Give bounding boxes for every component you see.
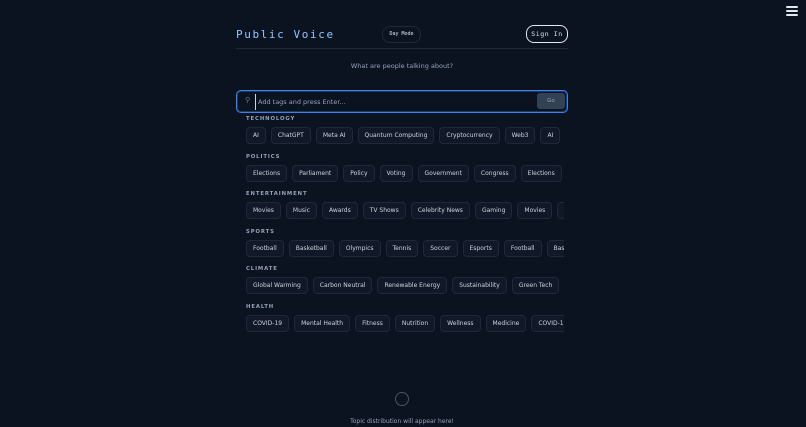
tag-chip[interactable]: Quantum Computing	[357, 127, 435, 144]
tag-chip-list: COVID-19 Mental Health Fitness Nutrition Wel…	[246, 314, 564, 332]
tag-chip-list: Football Basketball Olympics Tennis Soccer Es…	[246, 239, 564, 257]
category-sports: SPORTS Football Basketball Olympics Tennis So…	[246, 228, 566, 266]
tag-chip[interactable]: Parliament	[292, 164, 339, 182]
tag-chip[interactable]: Web3	[504, 127, 536, 144]
sign-in-button[interactable]: Sign In	[526, 25, 568, 43]
category-title: TECHNOLOGY	[246, 116, 296, 122]
tag-chip-list: AI ChatGPT Meta AI Quantum Computing Cryptoc…	[246, 127, 564, 144]
category-health: HEALTH COVID-19 Mental Health Fitness Nutrit…	[246, 303, 566, 341]
tag-chip-list: Elections Parliament Policy Voting Governmen…	[246, 164, 564, 182]
tag-chip-list: Global Warming Carbon Neutral Renewable En…	[246, 277, 564, 295]
tag-chip[interactable]: Nutrition	[394, 314, 436, 332]
tag-categories: TECHNOLOGY AI ChatGPT Meta AI Quantum Comput…	[246, 115, 566, 341]
tag-chip[interactable]: Fitness	[355, 314, 390, 332]
tag-chip[interactable]: Sustainability	[452, 277, 507, 295]
tag-chip[interactable]: Celebrity News	[410, 202, 470, 220]
tag-chip-list: Movies Music Awards TV Shows Celebrity News G…	[246, 202, 564, 220]
menu-icon[interactable]	[786, 6, 798, 16]
tag-chip[interactable]: Football	[246, 239, 284, 257]
category-title: CLIMATE	[246, 266, 278, 273]
tag-chip[interactable]: Green Tech	[511, 277, 560, 295]
category-title: POLITICS	[246, 153, 281, 160]
tag-chip[interactable]: Gaming	[474, 202, 513, 220]
tag-chip[interactable]: AI	[540, 127, 561, 144]
tag-chip[interactable]: Cryptocurrency	[439, 127, 500, 144]
tag-chip[interactable]: Global Warming	[246, 277, 308, 295]
category-title: ENTERTAINMENT	[246, 191, 308, 198]
tag-chip[interactable]: Elections	[246, 164, 288, 182]
tag-chip[interactable]: Movies	[246, 202, 281, 220]
category-technology: TECHNOLOGY AI ChatGPT Meta AI Quantum Comput…	[246, 115, 566, 153]
category-climate: CLIMATE Global Warming Carbon Neutral Renew…	[246, 265, 566, 303]
tag-chip[interactable]: COVID-19	[246, 314, 290, 332]
tag-chip[interactable]: Renewable Energy	[377, 277, 448, 295]
header: Public Voice Day Mode Sign In	[236, 24, 568, 49]
search-icon: ⚲	[245, 96, 251, 104]
tag-chip[interactable]: Soccer	[423, 239, 458, 257]
tag-chip[interactable]: Policy	[343, 164, 375, 182]
tag-chip[interactable]: Basketball	[288, 239, 334, 257]
tag-chip[interactable]: Music	[557, 202, 564, 220]
brand-title: Public Voice	[236, 28, 335, 41]
tag-chip[interactable]: Carbon Neutral	[312, 277, 373, 295]
tag-chip[interactable]: Meta AI	[315, 127, 353, 144]
category-title: HEALTH	[246, 303, 275, 310]
tag-chip[interactable]: Awards	[321, 202, 358, 220]
tag-chip[interactable]: Congress	[473, 164, 516, 182]
page-subtitle: What are people talking about?	[350, 62, 454, 70]
day-mode-button[interactable]: Day Mode	[382, 26, 421, 43]
tag-search-box: ⚲ Go	[236, 90, 568, 113]
category-entertainment: ENTERTAINMENT Movies Music Awards TV Shows Ce…	[246, 190, 566, 228]
tag-chip[interactable]: Music	[285, 202, 317, 220]
category-title: SPORTS	[246, 228, 275, 235]
tag-chip[interactable]: Movies	[517, 202, 553, 220]
tag-chip[interactable]: Basketball	[546, 239, 564, 257]
tag-chip[interactable]: COVID-19	[531, 314, 564, 332]
tag-chip[interactable]: Medicine	[485, 314, 527, 332]
tag-input[interactable]	[255, 94, 530, 110]
tag-chip[interactable]: Elections	[520, 164, 562, 182]
tag-chip[interactable]: AI	[246, 127, 266, 144]
tag-chip[interactable]: Football	[503, 239, 542, 257]
go-button[interactable]: Go	[537, 93, 565, 109]
tag-chip[interactable]: ChatGPT	[270, 127, 311, 144]
tag-chip[interactable]: Esports	[462, 239, 499, 257]
tag-chip[interactable]: TV Shows	[362, 202, 406, 220]
topic-distribution-placeholder: Topic distribution will appear here!	[350, 418, 454, 425]
tag-chip[interactable]: Tennis	[385, 239, 419, 257]
tag-chip[interactable]: Mental Health	[294, 314, 351, 332]
tag-chip[interactable]: Olympics	[338, 239, 381, 257]
tag-chip[interactable]: Government	[417, 164, 469, 182]
tag-chip[interactable]: Wellness	[440, 314, 481, 332]
loading-spinner-icon	[395, 392, 409, 406]
category-politics: POLITICS Elections Parliament Policy Voting G…	[246, 153, 566, 191]
tag-chip[interactable]: Voting	[379, 164, 413, 182]
